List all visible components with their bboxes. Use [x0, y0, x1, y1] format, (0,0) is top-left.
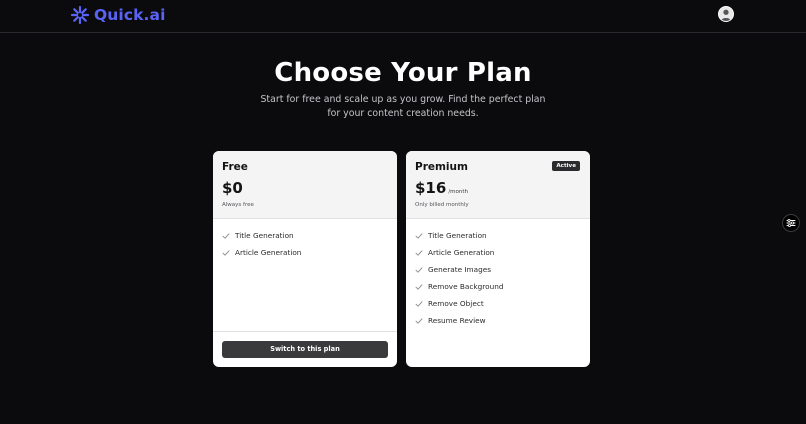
- feature-label: Resume Review: [428, 316, 486, 325]
- plan-price-row: $0: [222, 179, 243, 197]
- feature-label: Remove Object: [428, 299, 484, 308]
- brand-logo[interactable]: Quick.ai: [70, 5, 165, 25]
- plan-card-free: Free $0 Always free Title Generation Art…: [213, 151, 397, 367]
- feature-label: Article Generation: [428, 248, 495, 257]
- check-icon: [415, 317, 423, 324]
- check-icon: [415, 249, 423, 256]
- list-item: Title Generation: [222, 227, 301, 244]
- feature-label: Remove Background: [428, 282, 504, 291]
- check-icon: [222, 232, 230, 239]
- plan-card-header: Premium Active $16 /month Only billed mo…: [406, 151, 590, 219]
- feature-label: Generate Images: [428, 265, 492, 274]
- check-icon: [222, 249, 230, 256]
- list-item: Title Generation: [415, 227, 503, 244]
- plan-price-row: $16 /month: [415, 179, 468, 197]
- plan-feature-list: Title Generation Article Generation Gene…: [415, 227, 503, 329]
- sparkle-asterisk-icon: [70, 5, 90, 25]
- plan-billing-note: Only billed monthly: [415, 202, 469, 208]
- list-item: Article Generation: [415, 244, 503, 261]
- list-item: Article Generation: [222, 244, 301, 261]
- list-item: Resume Review: [415, 312, 503, 329]
- plan-price: $0: [222, 179, 243, 197]
- sliders-icon[interactable]: [782, 214, 800, 232]
- list-item: Remove Object: [415, 295, 503, 312]
- page-title: Choose Your Plan: [274, 58, 532, 88]
- check-icon: [415, 300, 423, 307]
- switch-plan-button[interactable]: Switch to this plan: [222, 341, 388, 358]
- feature-label: Title Generation: [428, 231, 487, 240]
- brand-name: Quick.ai: [94, 6, 166, 24]
- user-avatar-icon[interactable]: [718, 6, 734, 22]
- check-icon: [415, 232, 423, 239]
- check-icon: [415, 283, 423, 290]
- list-item: Generate Images: [415, 261, 503, 278]
- status-badge: Active: [552, 161, 580, 171]
- feature-label: Title Generation: [235, 231, 294, 240]
- feature-label: Article Generation: [235, 248, 302, 257]
- top-navbar: Quick.ai: [0, 0, 806, 33]
- plan-card-footer: Switch to this plan: [213, 331, 397, 367]
- plan-period: /month: [448, 189, 469, 195]
- plan-feature-list: Title Generation Article Generation: [222, 227, 301, 261]
- plan-card-premium: Premium Active $16 /month Only billed mo…: [406, 151, 590, 367]
- check-icon: [415, 266, 423, 273]
- plan-name: Free: [222, 161, 248, 173]
- plan-card-header: Free $0 Always free: [213, 151, 397, 219]
- page-subtitle: Start for free and scale up as you grow.…: [260, 94, 546, 119]
- plan-price: $16: [415, 179, 447, 197]
- list-item: Remove Background: [415, 278, 503, 295]
- plan-billing-note: Always free: [222, 202, 254, 208]
- plan-name: Premium: [415, 161, 468, 173]
